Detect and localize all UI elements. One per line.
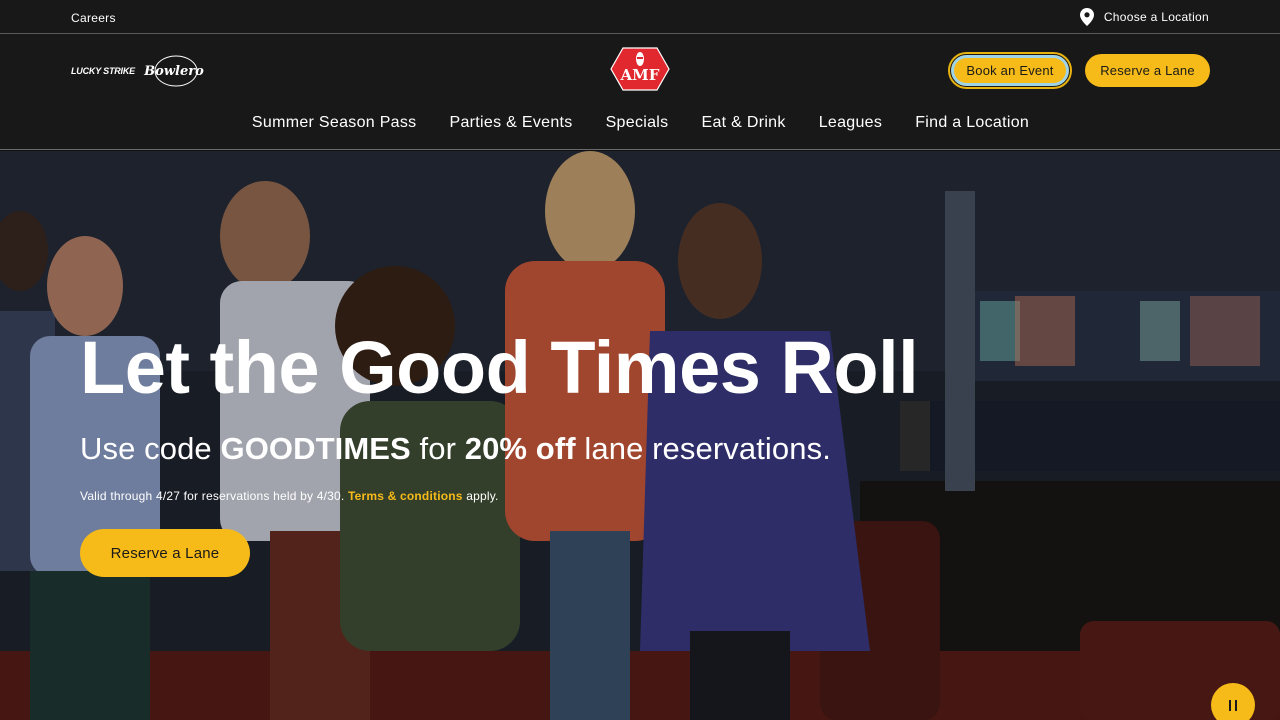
fine-print-suffix: apply.	[462, 489, 499, 503]
fine-print-prefix: Valid through 4/27 for reservations held…	[80, 489, 348, 503]
bowlero-logo-text: Bowlero	[144, 63, 204, 79]
discount-amount: 20% off	[464, 431, 576, 466]
pause-icon-bar	[1235, 699, 1237, 711]
nav-item-leagues[interactable]: Leagues	[818, 114, 883, 136]
promo-code: GOODTIMES	[220, 431, 411, 466]
terms-conditions-link[interactable]: Terms & conditions	[348, 489, 463, 503]
hero-sub-mid: for	[410, 431, 465, 466]
nav-item-summer-season-pass[interactable]: Summer Season Pass	[251, 114, 417, 136]
pause-video-button[interactable]	[1211, 683, 1255, 720]
nav-item-eat-drink[interactable]: Eat & Drink	[700, 114, 785, 136]
hero-sub-suffix: lane reservations.	[575, 431, 831, 466]
pause-icon	[1229, 699, 1231, 711]
location-label: Choose a Location	[1103, 10, 1209, 24]
hero-fine-print: Valid through 4/27 for reservations held…	[80, 489, 499, 503]
header-actions: Book an Event Reserve a Lane	[948, 52, 1210, 89]
site-header: LUCKY STRIKE Bowlero AMF Book an Event R…	[0, 34, 1280, 150]
bowlero-logo[interactable]: Bowlero	[144, 54, 204, 88]
partner-logos: LUCKY STRIKE Bowlero	[71, 54, 204, 88]
book-event-button[interactable]: Book an Event	[948, 52, 1072, 89]
nav-item-find-location[interactable]: Find a Location	[914, 114, 1029, 136]
reserve-lane-button[interactable]: Reserve a Lane	[1085, 54, 1210, 87]
amf-logo[interactable]: AMF	[609, 45, 671, 93]
careers-link[interactable]: Careers	[71, 11, 116, 25]
nav-item-parties-events[interactable]: Parties & Events	[449, 114, 573, 136]
hero-sub-prefix: Use code	[80, 431, 221, 466]
hero-banner: Let the Good Times Roll Use code GOODTIM…	[0, 151, 1280, 720]
hero-reserve-lane-button[interactable]: Reserve a Lane	[80, 529, 250, 577]
choose-location-link[interactable]: Choose a Location	[1079, 7, 1209, 27]
hero-title: Let the Good Times Roll	[80, 326, 919, 409]
nav-item-specials[interactable]: Specials	[605, 114, 669, 136]
main-nav: Summer Season Pass Parties & Events Spec…	[0, 114, 1280, 136]
map-pin-icon	[1079, 8, 1094, 26]
amf-logo-text: AMF	[620, 66, 660, 84]
lucky-strike-logo[interactable]: LUCKY STRIKE	[71, 66, 135, 76]
hero-subtitle: Use code GOODTIMES for 20% off lane rese…	[80, 431, 831, 467]
utility-bar: Careers Choose a Location	[0, 0, 1280, 34]
